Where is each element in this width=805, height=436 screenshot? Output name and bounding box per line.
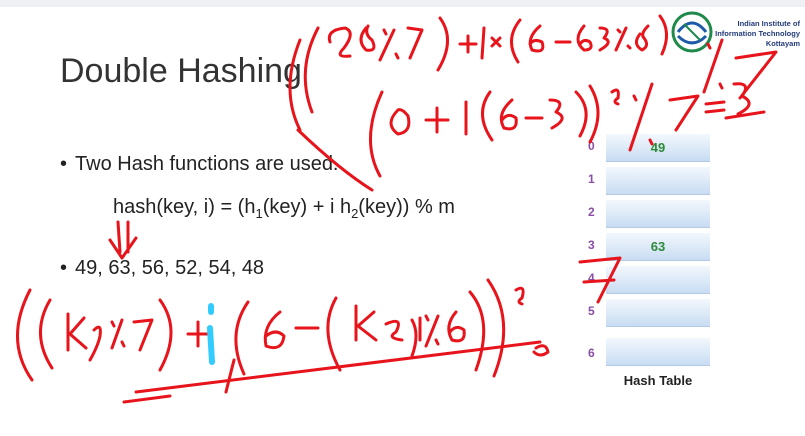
ink-stroke (424, 314, 440, 348)
ink-stroke (224, 358, 236, 394)
ink-stroke (447, 310, 466, 343)
table-index: 2 (588, 205, 595, 219)
table-index: 5 (588, 304, 595, 318)
ink-stroke (468, 290, 486, 372)
ink-stroke (610, 88, 620, 106)
ink-stroke (207, 325, 215, 365)
ink-stroke (614, 26, 632, 52)
ink-stroke (532, 344, 550, 357)
bullet-dot: • (60, 257, 68, 279)
ink-stroke (548, 98, 564, 130)
formula-part: (key)) % m (358, 196, 455, 218)
ink-stroke (186, 320, 210, 348)
formula-part: hash(key, i) = (h (113, 196, 256, 218)
ink-stroke (486, 278, 506, 378)
ink-stroke (734, 50, 778, 100)
ink-stroke (576, 24, 610, 52)
ink-stroke (110, 318, 126, 350)
ink-stroke (528, 24, 545, 53)
table-index: 3 (588, 238, 595, 252)
ink-stroke (668, 94, 700, 132)
ink-stroke (458, 34, 478, 54)
ink-stroke (369, 90, 384, 178)
ink-stroke (481, 90, 494, 142)
ink-stroke (588, 84, 600, 144)
table-cell (606, 266, 710, 294)
table-index: 0 (588, 139, 595, 153)
ink-stroke (406, 26, 424, 60)
ink-stroke (514, 286, 525, 306)
institute-logo: Indian Institute of Information Technolo… (668, 6, 801, 58)
ink-stroke (635, 24, 650, 52)
bullet-keys: • 49, 63, 56, 52, 54, 48 (60, 257, 264, 280)
logo-line: Indian Institute of (737, 19, 801, 28)
ink-stroke (134, 340, 542, 394)
ink-stroke (158, 298, 173, 372)
ink-stroke (66, 312, 102, 362)
table-cell (606, 200, 710, 228)
ink-stroke (732, 82, 751, 116)
bullet-dot: • (60, 153, 68, 175)
table-cell: 63 (606, 233, 710, 261)
ink-stroke (510, 18, 522, 64)
ink-stroke (359, 24, 376, 52)
ink-stroke (424, 106, 450, 134)
ink-stroke (704, 100, 726, 114)
ink-stroke (108, 220, 138, 260)
ink-stroke (234, 300, 250, 376)
bullet-hash-functions: • Two Hash functions are used. (60, 153, 339, 176)
ink-stroke (122, 394, 172, 404)
ink-stroke (303, 26, 320, 114)
bullet-text: Two Hash functions are used. (75, 153, 339, 175)
logo-line: Kottayam (765, 39, 800, 48)
logo-line: Information Technology (715, 29, 800, 38)
table-cell (606, 167, 710, 195)
ink-stroke (389, 108, 411, 136)
formula-subscript: 1 (255, 206, 263, 221)
logo-emblem-icon (671, 11, 713, 53)
slide-title: Double Hashing (60, 52, 302, 90)
ink-stroke (724, 110, 766, 120)
table-index: 6 (588, 346, 595, 360)
ink-stroke (378, 28, 400, 62)
ink-stroke (499, 98, 518, 131)
ink-stroke (132, 318, 154, 352)
ink-stroke (658, 14, 668, 56)
ink-stroke (436, 16, 449, 72)
table-cell: 49 (606, 134, 710, 162)
ink-stroke (326, 296, 342, 372)
ink-stroke (480, 26, 502, 60)
ink-stroke (327, 26, 352, 58)
table-cell (606, 299, 710, 327)
table-index: 4 (588, 271, 595, 285)
bullet-text: 49, 63, 56, 52, 54, 48 (75, 257, 265, 279)
ink-stroke (16, 288, 34, 382)
ink-stroke (39, 298, 54, 370)
ink-stroke (354, 304, 422, 358)
table-index: 1 (588, 172, 595, 186)
table-caption: Hash Table (623, 373, 693, 388)
ink-stroke (574, 90, 588, 138)
hash-formula: hash(key, i) = (h1(key) + i h2(key)) % m (113, 196, 455, 221)
table-cell (606, 338, 710, 366)
ink-stroke (263, 310, 286, 350)
formula-part: (key) + i h (262, 196, 352, 218)
